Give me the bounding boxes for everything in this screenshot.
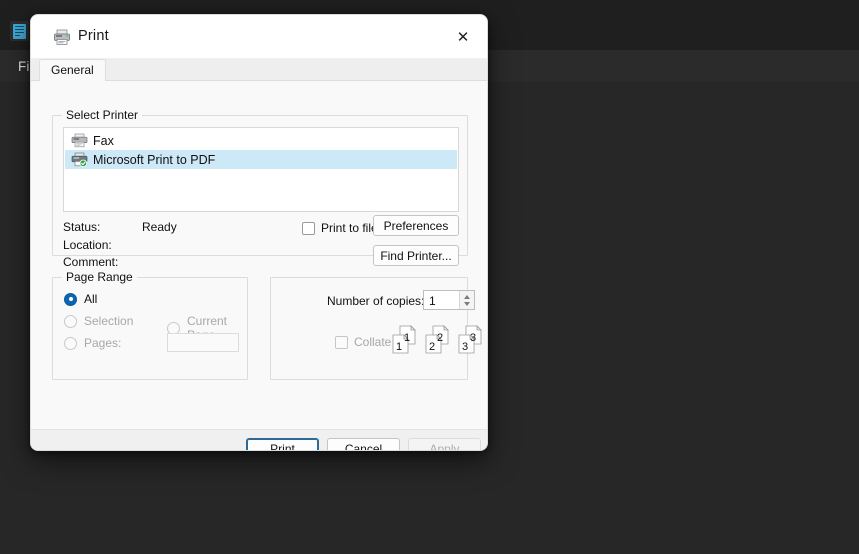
radio-button[interactable] <box>64 292 77 306</box>
page-range-label: Page Range <box>62 270 137 284</box>
collate-illustration-icon: 1 1 2 2 3 3 <box>392 325 482 354</box>
notepad-icon <box>10 21 29 41</box>
printer-check-icon <box>71 152 88 167</box>
collate-page-number: 3 <box>462 341 468 353</box>
cancel-button[interactable]: Cancel <box>327 438 400 450</box>
printer-icon <box>71 133 88 148</box>
status-value: Ready <box>142 220 177 234</box>
radio-selection-label: Selection <box>84 314 134 328</box>
radio-all[interactable]: All <box>64 292 97 306</box>
dialog-titlebar: Print ✕ <box>31 15 487 59</box>
comment-label: Comment: <box>63 255 119 269</box>
collate-page-number: 2 <box>437 332 443 344</box>
collate-page-number: 2 <box>429 341 435 353</box>
checkbox-box[interactable] <box>302 221 315 235</box>
tab-general[interactable]: General <box>39 59 106 81</box>
print-button[interactable]: Print <box>246 438 319 450</box>
dialog-footer: Print Cancel Apply <box>31 429 487 450</box>
collate-checkbox[interactable]: Collate <box>335 335 391 349</box>
status-label: Status: <box>63 220 101 234</box>
location-label: Location: <box>63 237 112 252</box>
radio-pages-label: Pages: <box>84 336 122 350</box>
list-item-printer-microsoft-print-to-pdf[interactable]: Microsoft Print to PDF <box>65 150 457 169</box>
collate-label: Collate <box>354 335 392 349</box>
printer-name: Fax <box>93 133 114 148</box>
collate-page-number: 3 <box>470 332 476 344</box>
find-printer-button[interactable]: Find Printer... <box>373 245 459 266</box>
copies-stepper[interactable]: 1 <box>423 290 475 310</box>
number-of-copies-label: Number of copies: <box>327 294 425 308</box>
list-item-printer-fax[interactable]: Fax <box>65 131 457 150</box>
printer-icon <box>54 29 70 45</box>
radio-pages[interactable]: Pages: <box>64 336 121 350</box>
close-icon[interactable]: ✕ <box>445 21 481 53</box>
copies-group: Number of copies: 1 Collate 1 1 2 2 3 3 <box>270 277 482 380</box>
pages-input[interactable] <box>167 333 239 352</box>
radio-all-label: All <box>84 292 98 306</box>
radio-selection[interactable]: Selection <box>64 314 133 328</box>
print-to-file-checkbox[interactable]: Print to file <box>302 221 378 235</box>
dialog-title: Print <box>78 28 109 44</box>
print-to-file-label: Print to file <box>321 221 378 235</box>
select-printer-label: Select Printer <box>62 108 143 122</box>
select-printer-group: Select Printer Fax Microsoft Print to PD… <box>52 108 468 269</box>
dialog-body: Select Printer Fax Microsoft Print to PD… <box>31 81 487 429</box>
printer-name: Microsoft Print to PDF <box>93 152 216 167</box>
collate-page-number: 1 <box>404 332 410 344</box>
page-range-group: Page Range All Selection Current Page Pa… <box>52 270 248 380</box>
dialog-tabstrip: General <box>31 59 487 81</box>
stepper-arrows[interactable] <box>459 291 474 309</box>
radio-button[interactable] <box>64 336 77 350</box>
collate-page-number: 1 <box>396 341 402 353</box>
checkbox-box[interactable] <box>335 335 348 349</box>
print-dialog: Print ✕ General Select Printer Fax Micro… <box>30 14 488 451</box>
apply-button: Apply <box>408 438 481 450</box>
printer-list[interactable]: Fax Microsoft Print to PDF <box>63 127 459 212</box>
chevron-down-icon[interactable] <box>464 301 470 306</box>
radio-button[interactable] <box>64 314 77 328</box>
chevron-up-icon[interactable] <box>464 294 470 299</box>
preferences-button[interactable]: Preferences <box>373 215 459 236</box>
copies-input-value[interactable]: 1 <box>429 294 436 308</box>
